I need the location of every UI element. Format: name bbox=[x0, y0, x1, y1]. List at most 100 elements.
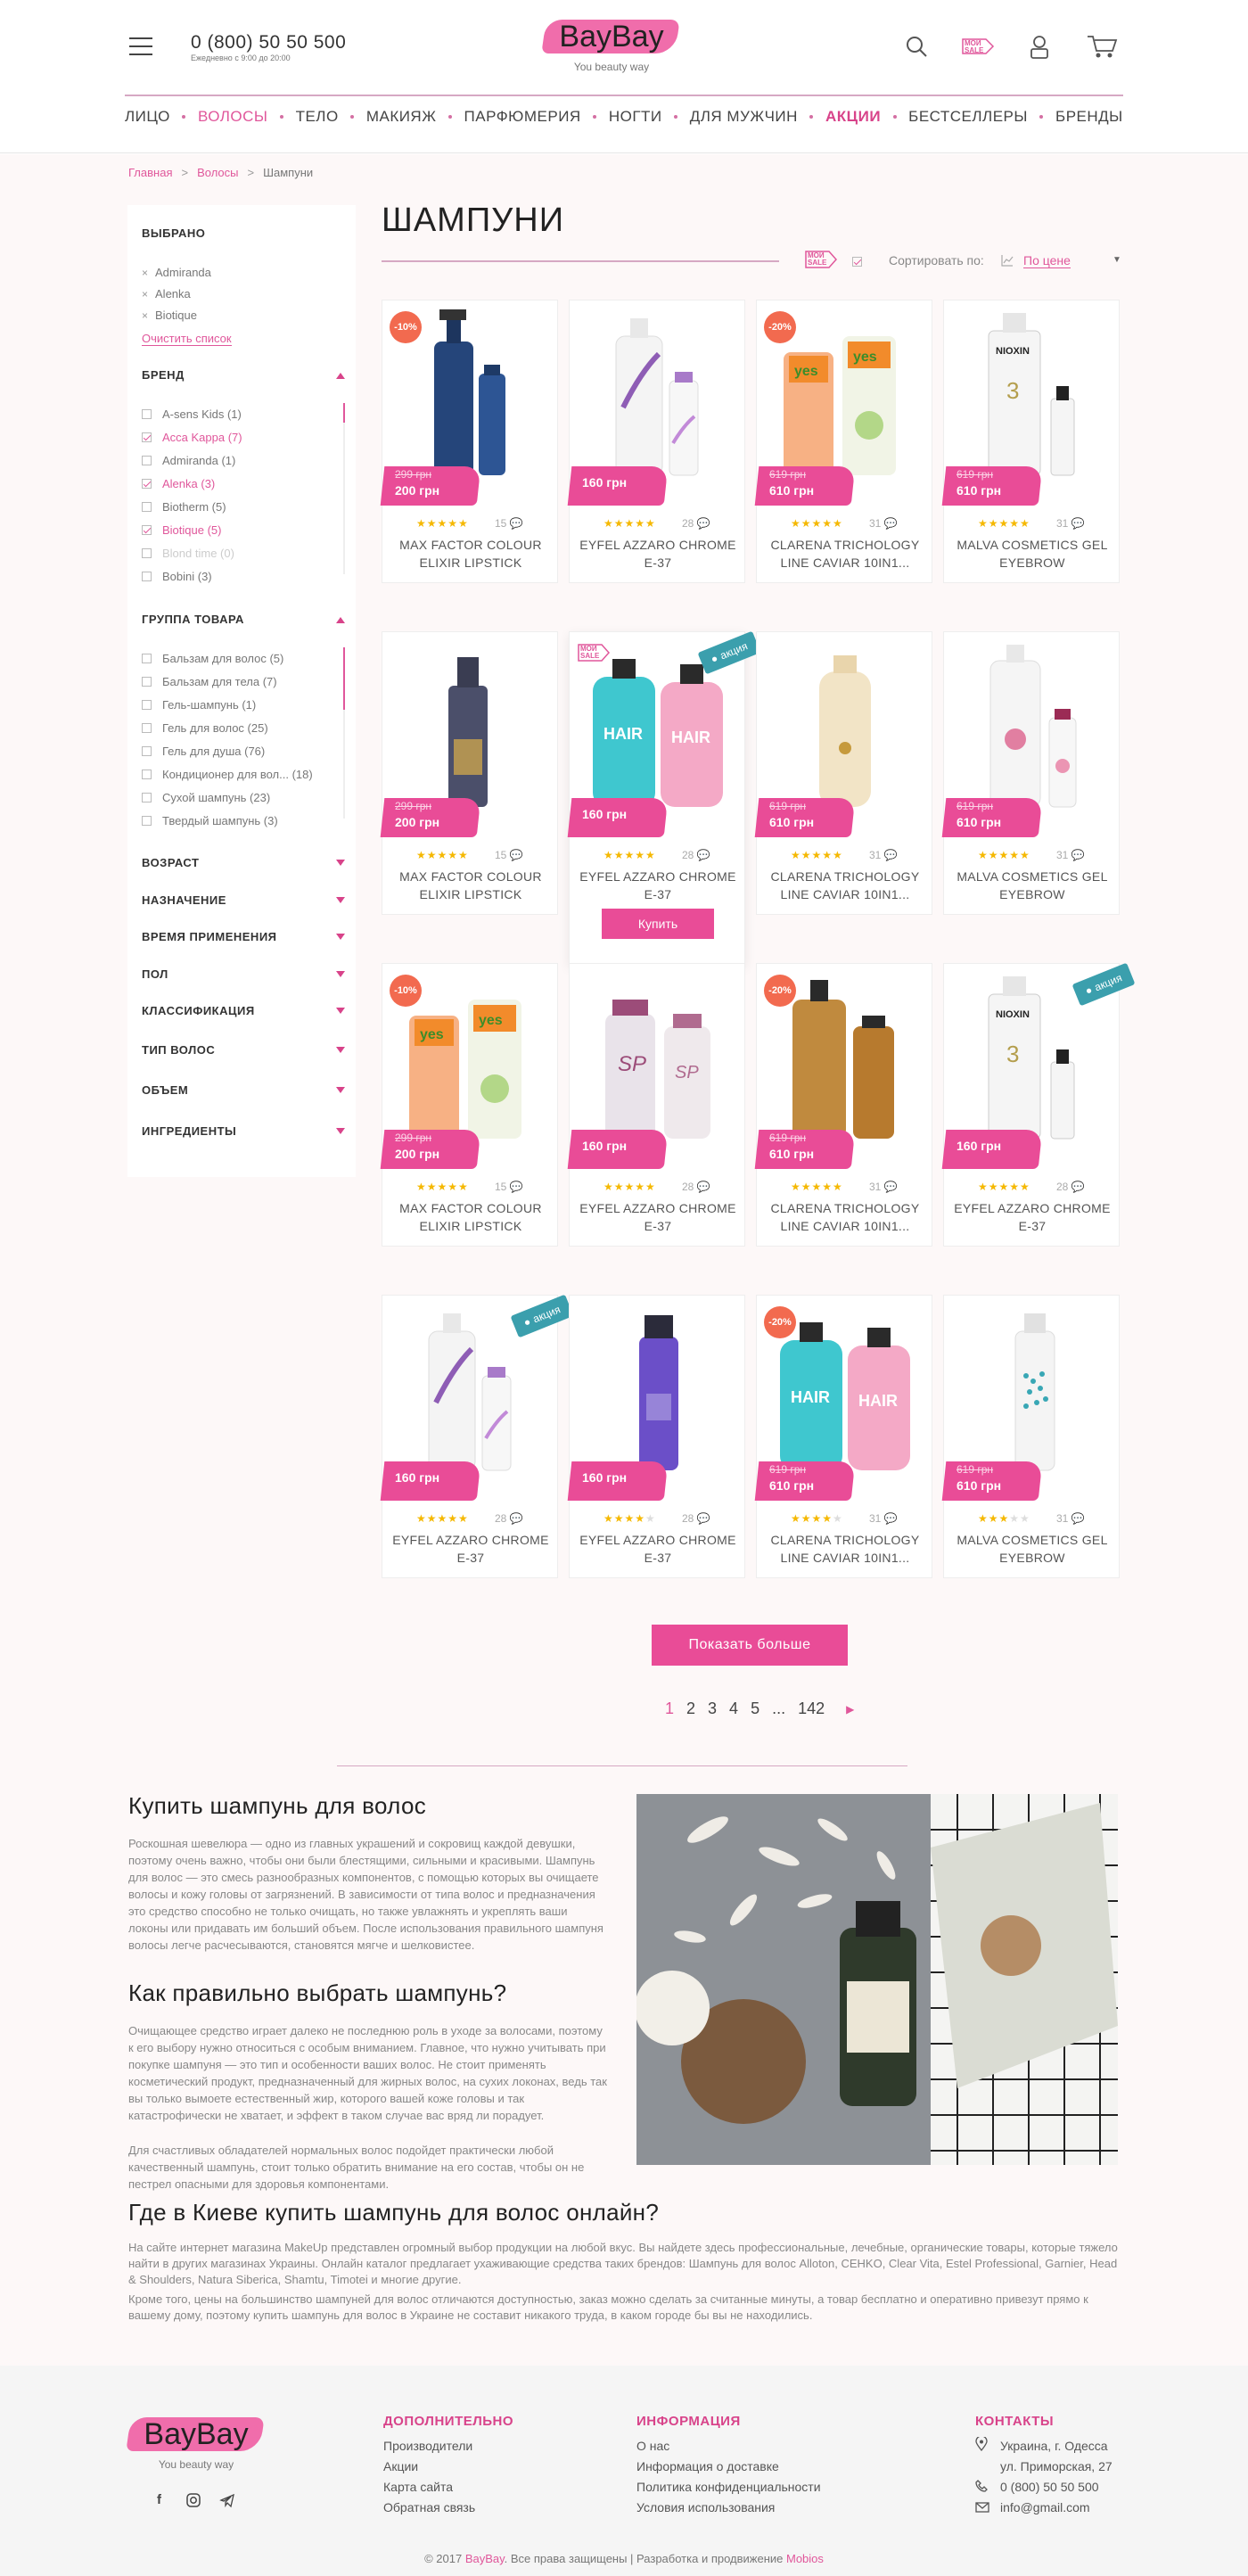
footer-link-about[interactable]: О нас bbox=[636, 2439, 669, 2453]
product-name[interactable]: MAX FACTOR COLOUR ELIXIR LIPSTICK bbox=[390, 536, 552, 572]
footer-link-terms[interactable]: Условия использования bbox=[636, 2500, 775, 2514]
page-2[interactable]: 3 bbox=[708, 1700, 717, 1718]
brand-option[interactable]: Biotherm (5) bbox=[142, 500, 226, 514]
clear-filters-link[interactable]: Очистить список bbox=[142, 332, 232, 346]
user-icon[interactable] bbox=[1025, 32, 1054, 61]
footer-logo[interactable]: BayBay You beauty way bbox=[125, 2414, 267, 2471]
product-name[interactable]: CLARENA TRICHOLOGY LINE CAVIAR 10IN1... bbox=[764, 1199, 926, 1235]
group-checkbox[interactable] bbox=[142, 700, 152, 710]
copyright-brand[interactable]: BayBay bbox=[465, 2552, 505, 2565]
my-sale-checkbox[interactable] bbox=[852, 257, 862, 267]
product-name[interactable]: MALVA COSMETICS GEL EYEBROW bbox=[951, 868, 1113, 903]
group-filter-title[interactable]: ГРУППА ТОВАРА bbox=[142, 613, 244, 626]
group-option[interactable]: Гель-шампунь (1) bbox=[142, 698, 256, 712]
telegram-icon[interactable] bbox=[219, 2492, 235, 2508]
filter-section-6[interactable]: ОБЪЕМ bbox=[142, 1083, 188, 1097]
nav-item-8[interactable]: БЕСТСЕЛЛЕРЫ bbox=[908, 108, 1028, 126]
filter-section-5[interactable]: ТИП ВОЛОС bbox=[142, 1043, 215, 1057]
review-count[interactable]: 15 💬 bbox=[495, 1181, 523, 1193]
brand-option[interactable]: Alenka (3) bbox=[142, 477, 215, 490]
group-option[interactable]: Кондиционер для вол... (18) bbox=[142, 768, 313, 781]
my-sale-filter-icon[interactable]: МОЙ SALE bbox=[804, 246, 840, 273]
nav-item-4[interactable]: ПАРФЮМЕРИЯ bbox=[464, 108, 581, 126]
review-count[interactable]: 31 💬 bbox=[869, 1181, 898, 1193]
brand-checkbox[interactable] bbox=[142, 525, 152, 535]
footer-link-sitemap[interactable]: Карта сайта bbox=[383, 2480, 453, 2494]
brand-option[interactable]: Acca Kappa (7) bbox=[142, 431, 242, 444]
brand-checkbox[interactable] bbox=[142, 502, 152, 512]
nav-item-6[interactable]: ДЛЯ МУЖЧИН bbox=[690, 108, 798, 126]
expand-icon[interactable] bbox=[336, 1008, 345, 1014]
brand-checkbox[interactable] bbox=[142, 432, 152, 442]
remove-filter-icon[interactable]: × bbox=[142, 288, 148, 300]
group-option[interactable]: Гель для волос (25) bbox=[142, 721, 268, 735]
product-name[interactable]: MAX FACTOR COLOUR ELIXIR LIPSTICK bbox=[390, 868, 552, 903]
review-count[interactable]: 31 💬 bbox=[869, 517, 898, 530]
brand-collapse-icon[interactable] bbox=[336, 373, 345, 379]
remove-filter-icon[interactable]: × bbox=[142, 267, 148, 279]
product-name[interactable]: EYFEL AZZARO CHROME E-37 bbox=[951, 1199, 1113, 1235]
group-option[interactable]: Сухой шампунь (23) bbox=[142, 791, 270, 804]
brand-checkbox[interactable] bbox=[142, 456, 152, 465]
expand-icon[interactable] bbox=[336, 1087, 345, 1093]
product-card[interactable]: 160 грн ★★★★★ 28 💬 EYFEL AZZARO CHROME E-37 bbox=[567, 1295, 745, 1578]
cart-icon[interactable] bbox=[1086, 32, 1118, 61]
nav-item-0[interactable]: ЛИЦО bbox=[125, 108, 170, 126]
page-1[interactable]: 2 bbox=[686, 1700, 695, 1718]
group-checkbox[interactable] bbox=[142, 677, 152, 687]
group-option[interactable]: Бальзам для волос (5) bbox=[142, 652, 283, 665]
menu-icon[interactable] bbox=[129, 37, 152, 55]
product-name[interactable]: CLARENA TRICHOLOGY LINE CAVIAR 10IN1... bbox=[764, 536, 926, 572]
review-count[interactable]: 28 💬 bbox=[682, 849, 710, 861]
group-checkbox[interactable] bbox=[142, 654, 152, 663]
review-count[interactable]: 28 💬 bbox=[1056, 1181, 1085, 1193]
product-card[interactable]: HAIR HAIR МОЙ SALE ● акция 160 грн ★★★★★ 28 💬 EY… bbox=[567, 630, 761, 965]
nav-item-9[interactable]: БРЕНДЫ bbox=[1055, 108, 1123, 126]
review-count[interactable]: 31 💬 bbox=[1056, 1512, 1085, 1525]
product-card[interactable]: ● акция 160 грн ★★★★★ 28 💬 EYFEL AZZARO CHROM… bbox=[380, 1294, 574, 1578]
expand-icon[interactable] bbox=[336, 1047, 345, 1053]
filter-section-4[interactable]: КЛАССИФИКАЦИЯ bbox=[142, 1004, 255, 1017]
footer-link-delivery[interactable]: Информация о доставке bbox=[636, 2459, 779, 2473]
product-card[interactable]: HAIR HAIR -20% 619 грн 610 грн ★★★★★ 31 💬 CLARE… bbox=[754, 1295, 932, 1578]
product-card[interactable]: 619 грн 610 грн ★★★★★ 31 💬 MALVA COSMETICS G… bbox=[941, 631, 1120, 915]
footer-link-privacy[interactable]: Политика конфиденциальности bbox=[636, 2480, 821, 2494]
brand-option[interactable]: A-sens Kids (1) bbox=[142, 407, 242, 421]
sort-chevron-icon[interactable]: ▼ bbox=[1113, 255, 1121, 265]
review-count[interactable]: 15 💬 bbox=[495, 849, 523, 861]
product-name[interactable]: MALVA COSMETICS GEL EYEBROW bbox=[951, 1531, 1113, 1567]
selected-filter[interactable]: × Admiranda bbox=[142, 266, 211, 279]
expand-icon[interactable] bbox=[336, 860, 345, 866]
product-card[interactable]: yes yes -10% 299 грн 200 грн ★★★★★ 15 💬 MAX FAC… bbox=[380, 963, 558, 1247]
review-count[interactable]: 31 💬 bbox=[869, 1512, 898, 1525]
search-icon[interactable] bbox=[902, 32, 931, 61]
sort-select[interactable]: По цене bbox=[1023, 253, 1071, 268]
brand-option[interactable]: Blond time (0) bbox=[142, 547, 234, 560]
group-option[interactable]: Твердый шампунь (3) bbox=[142, 814, 278, 827]
brand-option[interactable]: Admiranda (1) bbox=[142, 454, 235, 467]
group-option[interactable]: Гель для душа (76) bbox=[142, 745, 265, 758]
filter-section-1[interactable]: НАЗНАЧЕНИЕ bbox=[142, 893, 226, 907]
nav-item-1[interactable]: ВОЛОСЫ bbox=[198, 108, 268, 126]
group-checkbox[interactable] bbox=[142, 793, 152, 802]
show-more-button[interactable]: Показать больше bbox=[652, 1625, 848, 1666]
breadcrumb-home[interactable]: Главная bbox=[128, 166, 172, 179]
filter-section-3[interactable]: ПОЛ bbox=[142, 967, 168, 981]
filter-section-0[interactable]: ВОЗРАСТ bbox=[142, 856, 199, 869]
group-checkbox[interactable] bbox=[142, 746, 152, 756]
expand-icon[interactable] bbox=[336, 1128, 345, 1134]
remove-filter-icon[interactable]: × bbox=[142, 309, 148, 322]
page-6[interactable]: 142 bbox=[798, 1700, 825, 1718]
my-sale-icon[interactable]: МОЙ SALE bbox=[959, 32, 997, 61]
footer-link-producers[interactable]: Производители bbox=[383, 2439, 472, 2453]
product-name[interactable]: MALVA COSMETICS GEL EYEBROW bbox=[951, 536, 1113, 572]
footer-link-feedback[interactable]: Обратная связь bbox=[383, 2500, 475, 2514]
filter-section-7[interactable]: ИНГРЕДИЕНТЫ bbox=[142, 1124, 236, 1138]
brand-checkbox[interactable] bbox=[142, 479, 152, 489]
brand-filter-title[interactable]: БРЕНД bbox=[142, 368, 185, 382]
product-card[interactable]: NIOXIN 3 619 грн 610 грн ★★★★★ 31 💬 MALVA COSM… bbox=[941, 300, 1120, 583]
product-name[interactable]: EYFEL AZZARO CHROME E-37 bbox=[577, 1199, 739, 1235]
review-count[interactable]: 28 💬 bbox=[682, 1512, 710, 1525]
buy-button[interactable]: Купить bbox=[602, 909, 714, 939]
review-count[interactable]: 31 💬 bbox=[1056, 517, 1085, 530]
